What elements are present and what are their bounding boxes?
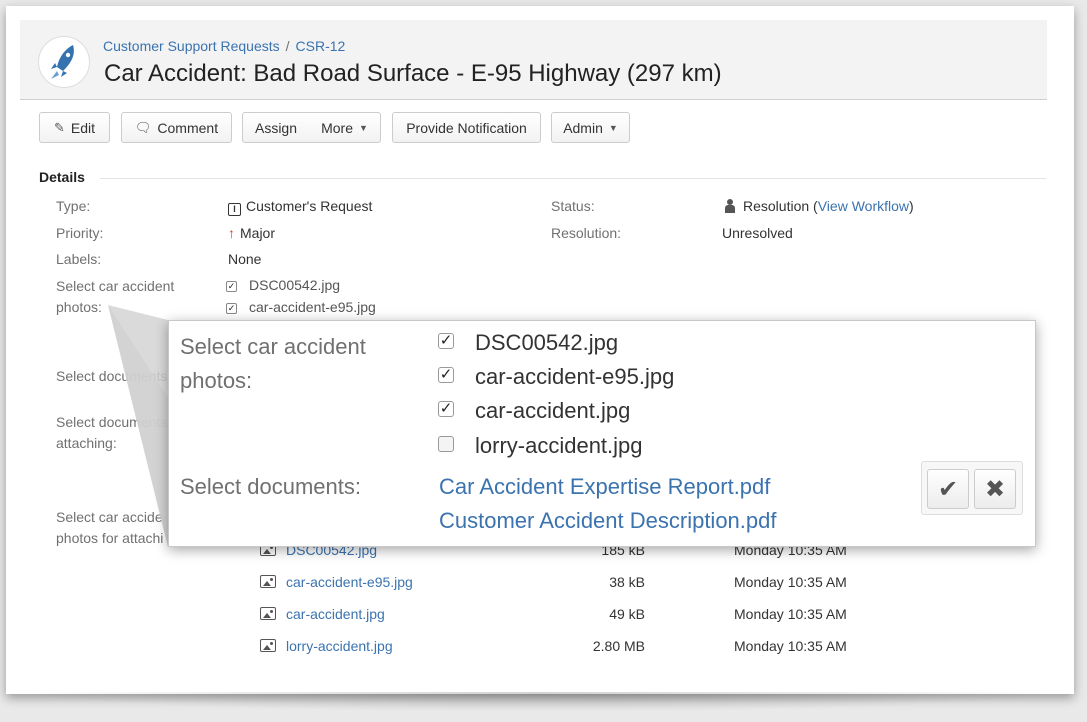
rocket-icon bbox=[51, 45, 74, 79]
document-link[interactable]: Car Accident Expertise Report.pdf bbox=[439, 470, 770, 504]
pencil-icon: ✎ bbox=[53, 119, 65, 135]
breadcrumb-issue-key-link[interactable]: CSR-12 bbox=[296, 38, 346, 54]
breadcrumb-project-link[interactable]: Customer Support Requests bbox=[103, 38, 280, 54]
admin-dropdown-label: Admin bbox=[563, 119, 603, 136]
checkbox-checked-icon: ✓ bbox=[226, 303, 237, 314]
provide-notification-button[interactable]: Provide Notification bbox=[392, 112, 541, 143]
type-value-text: Customer's Request bbox=[246, 198, 373, 214]
edit-button[interactable]: ✎ Edit bbox=[39, 112, 110, 143]
attachment-date-cell: Monday 10:35 AM bbox=[734, 572, 864, 592]
attachment-date-cell: Monday 10:35 AM bbox=[734, 604, 864, 624]
details-divider bbox=[100, 178, 1046, 179]
comment-button[interactable]: 🗨︎ Comment bbox=[121, 112, 232, 143]
close-icon: ✖ bbox=[984, 475, 1006, 503]
attachment-date: Monday 10:35 AM bbox=[734, 606, 847, 622]
chevron-down-icon: ▼ bbox=[608, 122, 618, 133]
photos-attaching-line1: Select car accide bbox=[56, 509, 163, 525]
status-close-paren: ) bbox=[909, 198, 914, 214]
photos-label-line1: Select car accident bbox=[56, 278, 175, 294]
photos-selected-item: ✓ car-accident-e95.jpg bbox=[226, 297, 376, 318]
photos-label: Select car accident photos: bbox=[56, 276, 174, 318]
attachment-row: car-accident-e95.jpg 38 kB bbox=[260, 572, 645, 592]
resolution-label: Resolution: bbox=[551, 225, 622, 241]
edit-button-label: Edit bbox=[70, 119, 96, 136]
check-icon: ✔ bbox=[937, 475, 959, 503]
status-value: Resolution (View Workflow) bbox=[725, 196, 914, 217]
photo-checkbox[interactable]: ✓ bbox=[438, 367, 454, 383]
attachment-link[interactable]: lorry-accident.jpg bbox=[286, 636, 393, 656]
documents-attaching-line2: attaching: bbox=[56, 435, 117, 451]
type-value: I Customer's Request bbox=[228, 196, 372, 217]
comment-button-label: Comment bbox=[157, 119, 219, 136]
documents-label: Select documents bbox=[56, 368, 168, 384]
priority-label: Priority: bbox=[56, 225, 104, 241]
photos-selected-text: DSC00542.jpg bbox=[249, 277, 341, 293]
attachment-size: 38 kB bbox=[609, 574, 645, 590]
details-heading: Details bbox=[39, 169, 85, 185]
photos-selected-text: car-accident-e95.jpg bbox=[249, 299, 376, 315]
zoom-documents-label: Select documents: bbox=[180, 474, 361, 499]
image-icon bbox=[260, 639, 276, 652]
photos-attaching-label: Select car accide photos for attachi bbox=[56, 507, 163, 549]
image-icon bbox=[260, 575, 276, 588]
speech-bubble-icon: 🗨︎ bbox=[134, 119, 152, 135]
attachment-row: lorry-accident.jpg 2.80 MB bbox=[260, 636, 645, 656]
attachment-size: 49 kB bbox=[609, 606, 645, 622]
photo-option-label: DSC00542.jpg bbox=[475, 330, 619, 355]
photos-label-line2: photos: bbox=[56, 299, 102, 315]
attachment-size: 2.80 MB bbox=[592, 638, 645, 654]
zoom-photos-label-line2: photos: bbox=[180, 368, 253, 393]
photos-attaching-line2: photos for attachi bbox=[56, 530, 164, 546]
photo-checkbox[interactable]: ✓ bbox=[438, 333, 454, 349]
photo-option-label: car-accident.jpg bbox=[475, 398, 631, 423]
zoom-photos-label: Select car accident photos: bbox=[180, 330, 366, 398]
image-icon bbox=[260, 607, 276, 620]
zoom-callout: Select car accident photos: ✓ DSC00542.j… bbox=[168, 320, 1036, 547]
view-workflow-link[interactable]: View Workflow bbox=[818, 198, 909, 214]
provide-notification-label: Provide Notification bbox=[406, 119, 527, 136]
request-type-icon: I bbox=[228, 203, 241, 216]
photo-option-label: car-accident-e95.jpg bbox=[475, 364, 675, 389]
zoom-photos-label-line1: Select car accident bbox=[180, 334, 366, 359]
resolution-value: Unresolved bbox=[722, 225, 793, 241]
inline-edit-actions: ✔ ✖ bbox=[921, 461, 1023, 515]
type-label: Type: bbox=[56, 198, 91, 214]
labels-value: None bbox=[228, 251, 262, 267]
more-dropdown-label: More bbox=[321, 119, 353, 136]
attachment-date-cell: Monday 10:35 AM bbox=[734, 636, 864, 656]
documents-attaching-label: Select documents attaching: bbox=[56, 412, 167, 454]
breadcrumb-separator: / bbox=[285, 38, 290, 54]
more-dropdown[interactable]: More ▼ bbox=[309, 112, 381, 143]
attachment-date: Monday 10:35 AM bbox=[734, 638, 847, 654]
attachment-date: Monday 10:35 AM bbox=[734, 574, 847, 590]
breadcrumb: Customer Support Requests / CSR-12 bbox=[103, 38, 345, 54]
save-button[interactable]: ✔ bbox=[927, 469, 969, 509]
documents-attaching-line1: Select documents bbox=[56, 414, 168, 430]
attachment-link[interactable]: car-accident.jpg bbox=[286, 604, 385, 624]
photos-selected-item: ✓ DSC00542.jpg bbox=[226, 275, 340, 296]
project-avatar[interactable] bbox=[38, 36, 90, 88]
assign-button-label: Assign bbox=[254, 119, 298, 136]
document-link[interactable]: Customer Accident Description.pdf bbox=[439, 504, 777, 538]
cancel-button[interactable]: ✖ bbox=[974, 469, 1016, 509]
status-value-text: Resolution bbox=[743, 198, 810, 214]
person-icon bbox=[725, 199, 735, 213]
chevron-down-icon: ▼ bbox=[358, 122, 368, 133]
status-label: Status: bbox=[551, 198, 595, 214]
assign-button[interactable]: Assign bbox=[242, 112, 310, 143]
photo-checkbox[interactable] bbox=[438, 436, 454, 452]
issue-header: Customer Support Requests / CSR-12 Car Acc… bbox=[20, 20, 1047, 100]
attachment-row: car-accident.jpg 49 kB bbox=[260, 604, 645, 624]
photo-checkbox[interactable]: ✓ bbox=[438, 401, 454, 417]
checkbox-checked-icon: ✓ bbox=[226, 281, 237, 292]
arrow-up-icon: ↑ bbox=[228, 225, 235, 241]
issue-title: Car Accident: Bad Road Surface - E-95 Hi… bbox=[104, 60, 722, 87]
photo-option-label: lorry-accident.jpg bbox=[475, 433, 643, 458]
page-shadow bbox=[20, 692, 1060, 712]
attachment-link[interactable]: car-accident-e95.jpg bbox=[286, 572, 413, 592]
labels-label: Labels: bbox=[56, 251, 102, 267]
priority-value: ↑ Major bbox=[228, 223, 275, 244]
priority-value-text: Major bbox=[240, 225, 276, 241]
admin-dropdown[interactable]: Admin ▼ bbox=[551, 112, 630, 143]
